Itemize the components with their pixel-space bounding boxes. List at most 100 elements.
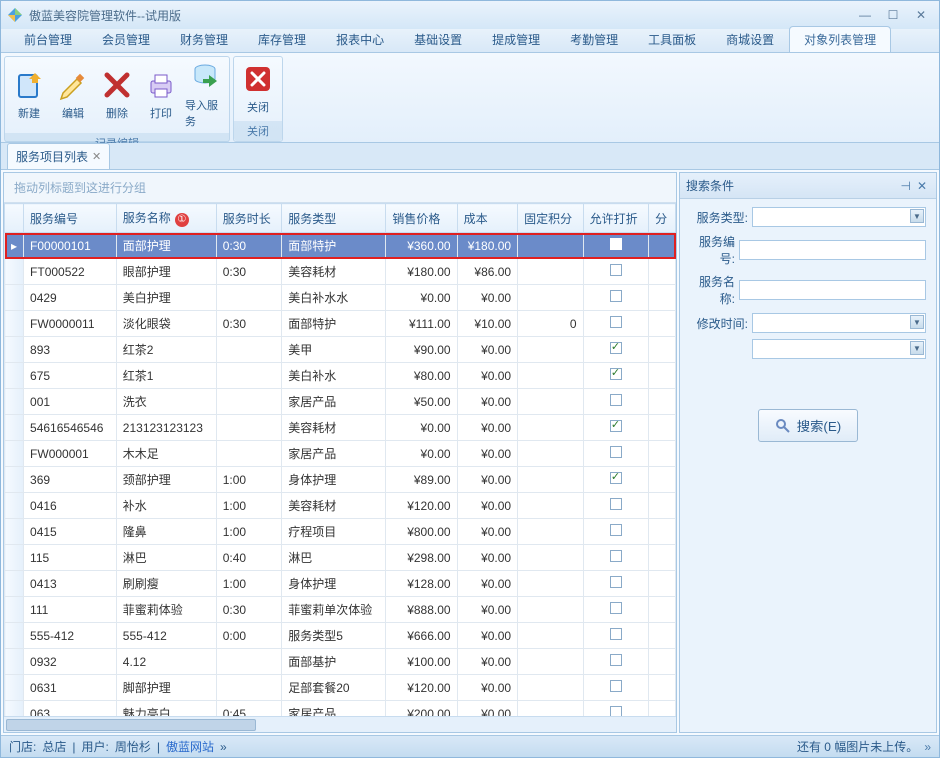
table-row[interactable]: 111菲蜜莉体验0:30菲蜜莉单次体验¥888.00¥0.00	[5, 597, 676, 623]
document-tab-close-icon[interactable]: ✕	[92, 150, 101, 163]
column-header-7[interactable]: 允许打折	[583, 204, 648, 233]
menu-item-6[interactable]: 提成管理	[477, 26, 555, 52]
chevron-down-icon[interactable]: ▼	[910, 209, 924, 223]
table-row[interactable]: FW0000011淡化眼袋0:30面部特护¥111.00¥10.000	[5, 311, 676, 337]
grid-scroll-area[interactable]: 服务编号服务名称①服务时长服务类型销售价格成本固定积分允许打折分▸F000001…	[4, 203, 676, 716]
discount-checkbox[interactable]	[610, 706, 622, 716]
document-tab[interactable]: 服务项目列表 ✕	[7, 143, 110, 169]
discount-checkbox[interactable]	[610, 394, 622, 406]
edit-button[interactable]: 编辑	[51, 59, 95, 131]
discount-checkbox[interactable]	[610, 342, 622, 354]
new-button[interactable]: 新建	[7, 59, 51, 131]
table-row[interactable]: 369颈部护理1:00身体护理¥89.00¥0.00	[5, 467, 676, 493]
discount-checkbox[interactable]	[610, 680, 622, 692]
table-row[interactable]: 555-412555-4120:00服务类型5¥666.00¥0.00	[5, 623, 676, 649]
status-user-label: 用户:	[81, 738, 108, 755]
document-tab-label: 服务项目列表	[16, 148, 88, 165]
chevron-down-icon[interactable]: ▼	[910, 315, 924, 329]
discount-checkbox[interactable]	[610, 446, 622, 458]
close-window-button[interactable]: ✕	[909, 7, 933, 23]
scrollbar-thumb[interactable]	[6, 719, 256, 731]
app-logo-icon	[7, 7, 23, 23]
service-name-input[interactable]	[739, 280, 926, 300]
status-store: 总店	[42, 738, 66, 755]
menu-item-1[interactable]: 会员管理	[87, 26, 165, 52]
discount-checkbox[interactable]	[610, 550, 622, 562]
column-header-1[interactable]: 服务名称①	[116, 204, 216, 233]
menu-item-0[interactable]: 前台管理	[9, 26, 87, 52]
table-row[interactable]: 0631脚部护理足部套餐20¥120.00¥0.00	[5, 675, 676, 701]
print-button[interactable]: 打印	[139, 59, 183, 131]
service-id-label: 服务编号:	[690, 233, 735, 267]
table-row[interactable]: 115淋巴0:40淋巴¥298.00¥0.00	[5, 545, 676, 571]
search-icon	[775, 418, 791, 434]
discount-checkbox[interactable]	[610, 576, 622, 588]
menu-item-2[interactable]: 财务管理	[165, 26, 243, 52]
minimize-button[interactable]: —	[853, 7, 877, 23]
status-website-link[interactable]: 傲蓝网站	[166, 738, 214, 755]
table-row[interactable]: 09324.12面部基护¥100.00¥0.00	[5, 649, 676, 675]
menu-item-5[interactable]: 基础设置	[399, 26, 477, 52]
discount-checkbox[interactable]	[610, 524, 622, 536]
import-icon	[189, 61, 221, 93]
delete-icon	[101, 69, 133, 101]
column-header-2[interactable]: 服务时长	[216, 204, 281, 233]
table-row[interactable]: 063魅力亮白0:45家居产品¥200.00¥0.00	[5, 701, 676, 717]
discount-checkbox[interactable]	[610, 498, 622, 510]
status-expand-icon[interactable]: »	[924, 740, 931, 754]
search-panel-title: 搜索条件	[686, 177, 897, 194]
close-panel-icon[interactable]: ✕	[914, 179, 930, 193]
table-row[interactable]: FW000001木木足家居产品¥0.00¥0.00	[5, 441, 676, 467]
data-grid: 服务编号服务名称①服务时长服务类型销售价格成本固定积分允许打折分▸F000001…	[4, 203, 676, 716]
grid-panel: 拖动列标题到这进行分组 服务编号服务名称①服务时长服务类型销售价格成本固定积分允…	[3, 172, 677, 733]
menu-item-3[interactable]: 库存管理	[243, 26, 321, 52]
discount-checkbox[interactable]	[610, 472, 622, 484]
discount-checkbox[interactable]	[610, 628, 622, 640]
group-by-hint[interactable]: 拖动列标题到这进行分组	[4, 173, 676, 203]
discount-checkbox[interactable]	[610, 238, 622, 250]
column-header-3[interactable]: 服务类型	[282, 204, 386, 233]
table-row[interactable]: 675红茶1美白补水¥80.00¥0.00	[5, 363, 676, 389]
menu-item-7[interactable]: 考勤管理	[555, 26, 633, 52]
modify-date-combo[interactable]	[752, 313, 926, 333]
menu-item-9[interactable]: 商城设置	[711, 26, 789, 52]
table-row[interactable]: FT000522眼部护理0:30美容耗材¥180.00¥86.00	[5, 259, 676, 285]
discount-checkbox[interactable]	[610, 602, 622, 614]
chevron-down-icon[interactable]: ▼	[910, 341, 924, 355]
pin-icon[interactable]: ⊣	[897, 179, 913, 193]
search-button[interactable]: 搜索(E)	[758, 409, 858, 442]
search-button-label: 搜索(E)	[797, 416, 841, 435]
discount-checkbox[interactable]	[610, 264, 622, 276]
horizontal-scrollbar[interactable]	[4, 716, 676, 732]
titlebar: 傲蓝美容院管理软件--试用版 — ☐ ✕	[1, 1, 939, 29]
delete-button[interactable]: 删除	[95, 59, 139, 131]
table-row[interactable]: 0413刷刷瘦1:00身体护理¥128.00¥0.00	[5, 571, 676, 597]
discount-checkbox[interactable]	[610, 420, 622, 432]
table-row[interactable]: 001洗衣家居产品¥50.00¥0.00	[5, 389, 676, 415]
table-row[interactable]: 0416补水1:00美容耗材¥120.00¥0.00	[5, 493, 676, 519]
table-row[interactable]: ▸F00000101面部护理0:30面部特护¥360.00¥180.00	[5, 233, 676, 259]
modify-date-to-combo[interactable]	[752, 339, 926, 359]
menu-item-4[interactable]: 报表中心	[321, 26, 399, 52]
window-title: 傲蓝美容院管理软件--试用版	[29, 7, 853, 24]
close-button[interactable]: 关闭	[236, 59, 280, 119]
import-button[interactable]: 导入服务	[183, 59, 227, 131]
service-id-input[interactable]	[739, 240, 926, 260]
table-row[interactable]: 0429美白护理美白补水水¥0.00¥0.00	[5, 285, 676, 311]
table-row[interactable]: 893红茶2美甲¥90.00¥0.00	[5, 337, 676, 363]
edit-icon	[57, 69, 89, 101]
column-header-0[interactable]: 服务编号	[24, 204, 117, 233]
column-header-4[interactable]: 销售价格	[386, 204, 457, 233]
discount-checkbox[interactable]	[610, 316, 622, 328]
discount-checkbox[interactable]	[610, 290, 622, 302]
table-row[interactable]: 54616546546213123123123美容耗材¥0.00¥0.00	[5, 415, 676, 441]
discount-checkbox[interactable]	[610, 368, 622, 380]
maximize-button[interactable]: ☐	[881, 7, 905, 23]
menu-item-10[interactable]: 对象列表管理	[789, 26, 891, 52]
column-header-5[interactable]: 成本	[457, 204, 518, 233]
discount-checkbox[interactable]	[610, 654, 622, 666]
service-type-combo[interactable]	[752, 207, 926, 227]
menu-item-8[interactable]: 工具面板	[633, 26, 711, 52]
table-row[interactable]: 0415隆鼻1:00疗程项目¥800.00¥0.00	[5, 519, 676, 545]
column-header-6[interactable]: 固定积分	[518, 204, 583, 233]
